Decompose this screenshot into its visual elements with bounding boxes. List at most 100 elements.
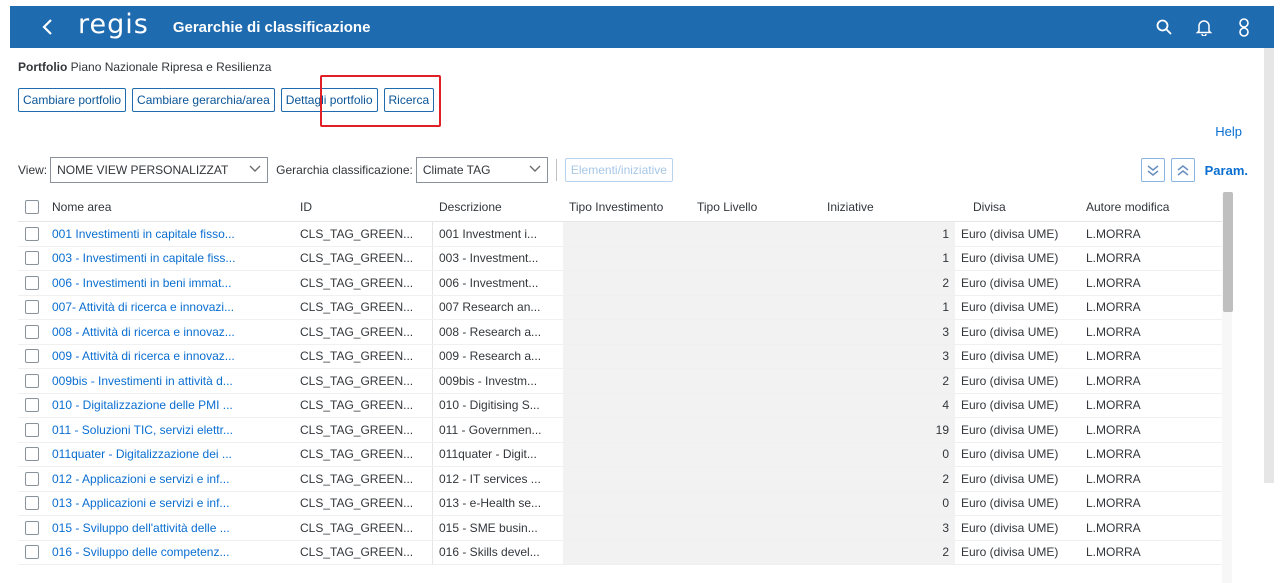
row-checkbox[interactable] — [18, 275, 46, 290]
col-header-desc[interactable]: Descrizione — [433, 192, 563, 221]
area-name-link[interactable]: 009bis - Investimenti in attività d... — [46, 374, 294, 388]
table-row[interactable]: 015 - Sviluppo dell'attività delle ... CL… — [18, 516, 1228, 541]
checkbox[interactable] — [25, 349, 39, 364]
col-header-level-type[interactable]: Tipo Livello — [691, 192, 821, 221]
author: L.MORRA — [1086, 398, 1141, 413]
author: L.MORRA — [1086, 447, 1141, 462]
area-name-link[interactable]: 003 - Investimenti in capitale fiss... — [46, 251, 294, 265]
area-name-link[interactable]: 010 - Digitalizzazione delle PMI ... — [46, 398, 294, 412]
area-name-link[interactable]: 008 - Attività di ricerca e innovaz... — [46, 325, 294, 339]
row-checkbox[interactable] — [18, 422, 46, 437]
change-hierarchy-button[interactable]: Cambiare gerarchia/area — [132, 88, 275, 112]
view-select[interactable]: NOME VIEW PERSONALIZZAT — [50, 157, 269, 183]
checkbox[interactable] — [25, 275, 39, 290]
double-chevron-down-icon — [1147, 165, 1159, 176]
checkbox[interactable] — [25, 447, 39, 462]
table-row[interactable]: 006 - Investimenti in beni immat... CLS_T… — [18, 271, 1228, 296]
row-checkbox[interactable] — [18, 447, 46, 462]
col-header-investment-type[interactable]: Tipo Investimento — [563, 192, 691, 221]
initiatives-count: 1 — [821, 222, 955, 246]
row-checkbox[interactable] — [18, 496, 46, 511]
currency: Euro (divisa UME) — [961, 226, 1059, 241]
back-button[interactable] — [24, 6, 72, 48]
collapse-all-button[interactable] — [1170, 158, 1195, 182]
checkbox[interactable] — [25, 471, 39, 486]
select-all-checkbox[interactable] — [18, 199, 46, 214]
row-checkbox[interactable] — [18, 471, 46, 486]
checkbox[interactable] — [25, 300, 39, 315]
row-checkbox[interactable] — [18, 226, 46, 241]
area-id: CLS_TAG_GREEN... — [294, 246, 433, 270]
search-icon[interactable] — [1154, 17, 1174, 37]
area-name-link[interactable]: 011 - Soluzioni TIC, servizi elettr... — [46, 423, 294, 437]
area-name-link[interactable]: 015 - Sviluppo dell'attività delle ... — [46, 521, 294, 535]
currency: Euro (divisa UME) — [961, 324, 1059, 339]
hierarchy-select[interactable]: Climate TAG — [415, 157, 548, 183]
help-link[interactable]: Help — [1215, 124, 1242, 139]
currency: Euro (divisa UME) — [961, 300, 1059, 315]
table-scrollbar-thumb[interactable] — [1223, 192, 1233, 312]
page-title: Gerarchie di classificazione — [172, 18, 371, 36]
row-checkbox[interactable] — [18, 545, 46, 560]
area-id: CLS_TAG_GREEN... — [294, 344, 433, 368]
portfolio-label: Portfolio — [18, 60, 68, 74]
checkbox[interactable] — [25, 520, 39, 535]
row-checkbox[interactable] — [18, 300, 46, 315]
author: L.MORRA — [1086, 226, 1141, 241]
area-name-link[interactable]: 006 - Investimenti in beni immat... — [46, 276, 294, 290]
investment-type — [563, 491, 691, 515]
change-portfolio-button[interactable]: Cambiare portfolio — [18, 88, 127, 112]
row-checkbox[interactable] — [18, 520, 46, 535]
table-row[interactable]: 003 - Investimenti in capitale fiss... CL… — [18, 246, 1228, 271]
col-header-id[interactable]: ID — [294, 192, 433, 221]
col-header-name[interactable]: Nome area — [46, 199, 294, 214]
area-name-link[interactable]: 013 - Applicazioni e servizi e inf... — [46, 496, 294, 510]
table-row[interactable]: 001 Investimenti in capitale fisso... CLS… — [18, 222, 1228, 247]
user-icon[interactable] — [1234, 17, 1254, 37]
bell-icon[interactable] — [1194, 17, 1214, 37]
col-header-currency[interactable]: Divisa — [955, 192, 1080, 221]
checkbox[interactable] — [25, 373, 39, 388]
table-row[interactable]: 013 - Applicazioni e servizi e inf... CLS… — [18, 491, 1228, 516]
checkbox[interactable] — [25, 422, 39, 437]
area-name-link[interactable]: 001 Investimenti in capitale fisso... — [46, 227, 294, 241]
table-row[interactable]: 016 - Sviluppo delle competenz... CLS_TAG… — [18, 540, 1228, 565]
level-type — [691, 491, 821, 515]
investment-type — [563, 222, 691, 246]
table-row[interactable]: 009bis - Investimenti in attività d... CL… — [18, 369, 1228, 394]
initiatives-count: 2 — [821, 540, 955, 564]
area-description: 015 - SME busin... — [439, 520, 538, 535]
col-header-initiatives[interactable]: Iniziative — [821, 192, 955, 221]
row-checkbox[interactable] — [18, 324, 46, 339]
checkbox[interactable] — [25, 545, 39, 560]
row-checkbox[interactable] — [18, 251, 46, 266]
author: L.MORRA — [1086, 251, 1141, 266]
table-row[interactable]: 011quater - Digitalizzazione dei ... CLS_… — [18, 442, 1228, 467]
col-header-author[interactable]: Autore modifica — [1080, 192, 1200, 221]
area-name-link[interactable]: 007- Attività di ricerca e innovazi... — [46, 300, 294, 314]
table-row[interactable]: 008 - Attività di ricerca e innovaz... CL… — [18, 320, 1228, 345]
currency: Euro (divisa UME) — [961, 545, 1059, 560]
page-scrollbar[interactable] — [1264, 48, 1274, 483]
checkbox[interactable] — [25, 324, 39, 339]
area-name-link[interactable]: 011quater - Digitalizzazione dei ... — [46, 447, 294, 461]
table-row[interactable]: 009 - Attività di ricerca e innovaz... CL… — [18, 344, 1228, 369]
table-row[interactable]: 011 - Soluzioni TIC, servizi elettr... CL… — [18, 418, 1228, 443]
area-name-link[interactable]: 012 - Applicazioni e servizi e inf... — [46, 472, 294, 486]
table-row[interactable]: 012 - Applicazioni e servizi e inf... CLS… — [18, 467, 1228, 492]
row-checkbox[interactable] — [18, 349, 46, 364]
table-row[interactable]: 010 - Digitalizzazione delle PMI ... CLS_… — [18, 393, 1228, 418]
checkbox[interactable] — [25, 251, 39, 266]
table-row[interactable]: 007- Attività di ricerca e innovazi... CL… — [18, 295, 1228, 320]
row-checkbox[interactable] — [18, 373, 46, 388]
area-name-link[interactable]: 016 - Sviluppo delle competenz... — [46, 545, 294, 559]
elements-initiatives-button[interactable]: Elementi/iniziative — [564, 158, 673, 182]
row-checkbox[interactable] — [18, 398, 46, 413]
app-logo[interactable]: regis — [78, 9, 149, 40]
param-link[interactable]: Param. — [1205, 163, 1248, 178]
checkbox[interactable] — [25, 226, 39, 241]
area-name-link[interactable]: 009 - Attività di ricerca e innovaz... — [46, 349, 294, 363]
expand-all-button[interactable] — [1140, 158, 1165, 182]
checkbox[interactable] — [25, 496, 39, 511]
checkbox[interactable] — [25, 398, 39, 413]
